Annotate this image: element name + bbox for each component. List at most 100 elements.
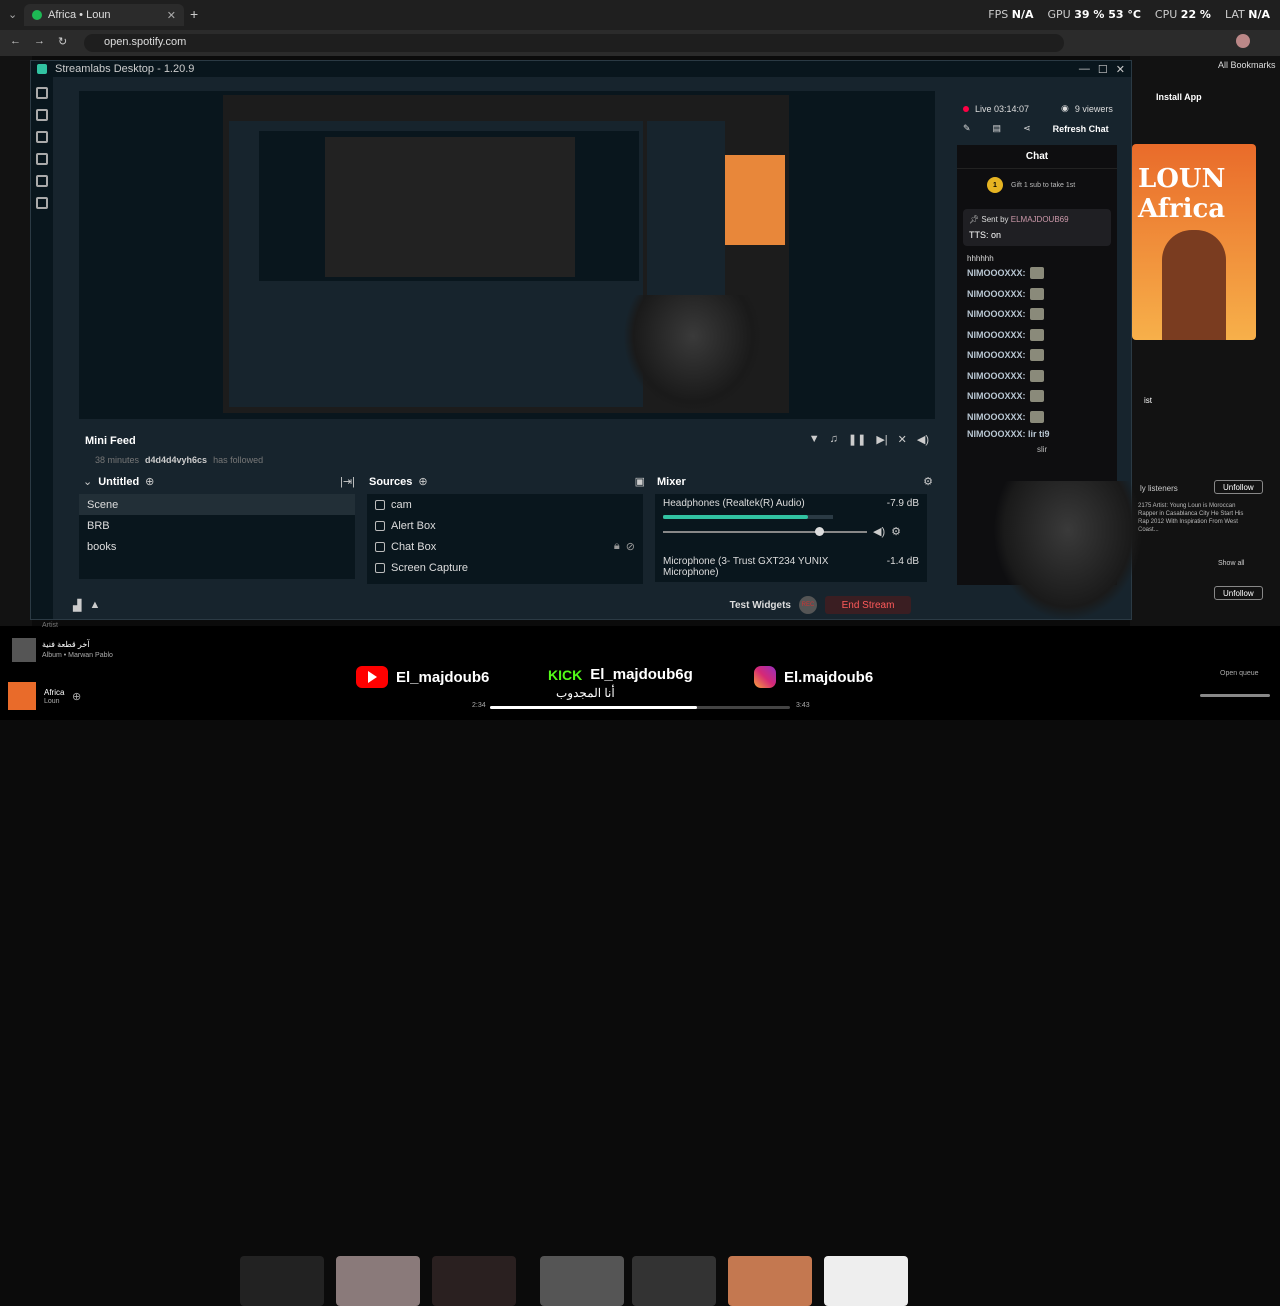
add-scene-icon[interactable]: ⊕ — [145, 475, 154, 488]
tab-list-icon[interactable]: ⌄ — [8, 8, 17, 21]
store-icon[interactable] — [36, 131, 48, 143]
mute-alerts-icon[interactable]: ✕ — [898, 433, 907, 446]
feed-event-user[interactable]: d4d4d4vyh6cs — [145, 455, 207, 465]
refresh-chat-button[interactable]: Refresh Chat — [1053, 124, 1109, 134]
chat-username[interactable]: NIMOOOXXX: — [967, 268, 1026, 278]
scene-item[interactable]: books — [79, 536, 355, 557]
avatar[interactable] — [1236, 34, 1250, 48]
skip-icon[interactable]: ▶| — [876, 433, 887, 446]
test-widgets-button[interactable]: Test Widgets — [730, 600, 791, 611]
pause-icon[interactable]: ❚❚ — [848, 433, 866, 446]
reload-icon[interactable]: ↻ — [58, 35, 67, 48]
chat-username[interactable]: NIMOOOXXX: — [967, 391, 1026, 401]
mini-feed-title: Mini Feed — [85, 435, 136, 447]
emote-icon — [1029, 349, 1044, 362]
volume-slider-knob[interactable] — [815, 526, 825, 536]
open-queue-button[interactable]: Open queue — [1220, 670, 1259, 677]
add-to-library-icon[interactable]: ⊕ — [72, 690, 81, 703]
prev-album: Album • Marwan Pablo — [42, 652, 113, 659]
apps-icon[interactable] — [36, 175, 48, 187]
performance-icon[interactable]: ▟ — [73, 599, 81, 612]
install-app-button[interactable]: Install App — [1156, 92, 1202, 102]
highlighter-icon[interactable] — [36, 153, 48, 165]
kick-overlay: KICK El_majdoub6g — [548, 666, 693, 683]
source-item[interactable]: Chat Box 🔒︎ ⊘ — [367, 536, 643, 557]
end-stream-button[interactable]: End Stream — [825, 596, 911, 614]
close-tab-icon[interactable]: ✕ — [167, 9, 176, 22]
unfollow-button-2[interactable]: Unfollow — [1214, 586, 1263, 600]
list-label: ist — [1144, 396, 1152, 405]
close-window-icon[interactable]: ✕ — [1116, 63, 1125, 76]
channel-name: Microphone (3- Trust GXT234 YUNIX Microp… — [663, 556, 829, 578]
edit-icon[interactable]: ✎ — [963, 123, 971, 134]
unfollow-button[interactable]: Unfollow — [1214, 480, 1263, 494]
lock-icon[interactable]: 🔒︎ — [614, 540, 620, 553]
minimize-icon[interactable]: — — [1079, 63, 1090, 75]
channel-settings-icon[interactable]: ⚙ — [891, 525, 901, 538]
back-icon[interactable]: ← — [10, 35, 21, 47]
streamlabs-titlebar: Streamlabs Desktop - 1.20.9 — ☐ ✕ — [31, 61, 1131, 77]
source-folder-icon[interactable]: ▣ — [635, 475, 645, 488]
scene-transition-icon[interactable]: |⇥| — [340, 475, 355, 488]
gift-leaderboard[interactable]: 1 Gift 1 sub to take 1st — [957, 169, 1117, 201]
mixer-settings-icon[interactable]: ⚙ — [923, 475, 933, 488]
source-item[interactable]: Alert Box — [367, 515, 643, 536]
add-source-icon[interactable]: ⊕ — [418, 475, 427, 488]
record-button[interactable]: REC — [799, 596, 817, 614]
chat-box-icon — [375, 541, 385, 552]
maximize-icon[interactable]: ☐ — [1098, 63, 1108, 76]
show-all-link[interactable]: Show all — [1218, 560, 1244, 567]
url-input[interactable]: open.spotify.com — [84, 34, 1064, 52]
editor-icon[interactable] — [36, 87, 48, 99]
share-icon[interactable]: ⋖ — [1023, 123, 1031, 134]
track-artist[interactable]: Loun — [44, 698, 60, 705]
scene-collection-title[interactable]: Untitled — [98, 476, 139, 488]
channel-name: Headphones (Realtek(R) Audio) — [663, 498, 805, 509]
volume-slider[interactable] — [663, 526, 867, 536]
kick-icon: KICK — [548, 666, 583, 683]
progress-bar[interactable] — [490, 706, 790, 709]
chat-username[interactable]: NIMOOOXXX: — [967, 350, 1026, 360]
chat-username[interactable]: NIMOOOXXX: — [967, 309, 1026, 319]
source-item[interactable]: cam — [367, 494, 643, 515]
emote-icon — [1029, 410, 1044, 423]
all-bookmarks[interactable]: All Bookmarks — [1218, 60, 1276, 70]
track-title[interactable]: Africa — [44, 688, 64, 697]
chat-username[interactable]: NIMOOOXXX: — [967, 330, 1026, 340]
visibility-icon[interactable]: ⊘ — [626, 540, 635, 553]
themes-icon[interactable] — [36, 109, 48, 121]
tab-spotify[interactable]: Africa • Loun ✕ — [24, 4, 184, 26]
spotify-icon — [32, 10, 42, 20]
chat-username[interactable]: NIMOOOXXX: — [967, 289, 1026, 299]
thumbnail — [336, 1256, 420, 1306]
forward-icon[interactable]: → — [34, 35, 45, 47]
collapse-icon[interactable]: ⌄ — [83, 475, 92, 488]
instagram-icon — [754, 666, 776, 688]
feed-event-text: has followed — [213, 455, 264, 465]
emote-icon — [1029, 287, 1044, 300]
artist-bio: 2175 Artist: Young Loun is Moroccan Rapp… — [1138, 503, 1244, 533]
chat-username[interactable]: NIMOOOXXX: — [967, 412, 1026, 422]
dashboard-icon[interactable]: ▤ — [993, 123, 1002, 134]
window-title: Streamlabs Desktop - 1.20.9 — [55, 63, 195, 75]
record-icon[interactable] — [36, 197, 48, 209]
live-dot-icon — [963, 105, 969, 112]
prev-track-title[interactable]: آخر قطعة فنية — [42, 640, 90, 649]
pinned-message[interactable]: 📌︎ Sent by ELMAJDOUB69 TTS: on — [963, 209, 1111, 246]
monthly-listeners: ly listeners — [1140, 484, 1178, 493]
scene-item[interactable]: BRB — [79, 515, 355, 536]
volume-bar[interactable] — [1200, 694, 1270, 697]
filter-icon[interactable]: ▼ — [809, 433, 820, 446]
new-tab-icon[interactable]: + — [190, 6, 198, 22]
pinned-sent-by: Sent by — [981, 215, 1009, 224]
artist-label: Artist — [42, 622, 58, 629]
music-icon[interactable]: ♫ — [830, 433, 838, 446]
source-item[interactable]: Screen Capture — [367, 557, 643, 578]
mute-icon[interactable]: ◀) — [873, 525, 885, 538]
volume-icon[interactable]: ◀) — [917, 433, 929, 446]
scene-item[interactable]: Scene — [79, 494, 355, 515]
notifications-icon[interactable]: ▲ — [89, 599, 100, 611]
chat-username[interactable]: NIMOOOXXX: — [967, 371, 1026, 381]
chat-message: NIMOOOXXX: — [967, 386, 1107, 407]
emote-icon — [1029, 308, 1044, 321]
